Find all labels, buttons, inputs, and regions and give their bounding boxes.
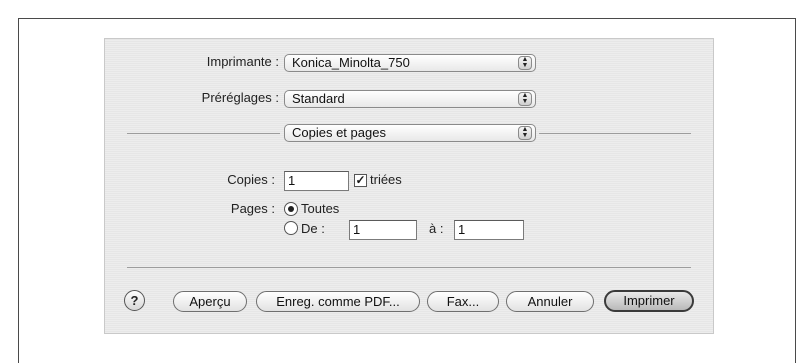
presets-value: Standard bbox=[292, 91, 345, 106]
print-button[interactable]: Imprimer bbox=[604, 290, 694, 312]
separator-right bbox=[539, 133, 691, 134]
pages-range-radio[interactable] bbox=[284, 221, 298, 235]
copies-label: Copies : bbox=[227, 172, 275, 187]
separator-left bbox=[127, 133, 280, 134]
pages-label: Pages : bbox=[230, 201, 275, 216]
popup-arrows-icon: ▲ ▼ bbox=[518, 92, 532, 106]
presets-label: Préréglages : bbox=[201, 90, 279, 105]
popup-arrows-icon: ▲ ▼ bbox=[518, 56, 532, 70]
print-dialog: Imprimante : Konica_Minolta_750 ▲ ▼ Préré… bbox=[104, 38, 714, 334]
copies-input[interactable]: 1 bbox=[284, 171, 349, 191]
save-pdf-button[interactable]: Enreg. comme PDF... bbox=[256, 291, 420, 312]
popup-arrows-icon: ▲ ▼ bbox=[518, 126, 532, 140]
presets-popup[interactable]: Standard ▲ ▼ bbox=[284, 90, 536, 108]
separator-bottom bbox=[127, 267, 691, 268]
printer-value: Konica_Minolta_750 bbox=[292, 55, 410, 70]
pages-range-label: De : bbox=[301, 221, 325, 236]
collated-checkbox[interactable]: ✓ bbox=[354, 174, 367, 187]
radio-selected-dot bbox=[288, 206, 294, 212]
pages-to-label: à : bbox=[429, 221, 444, 236]
fax-button[interactable]: Fax... bbox=[427, 291, 499, 312]
panel-value: Copies et pages bbox=[292, 125, 386, 140]
pages-all-label: Toutes bbox=[301, 201, 340, 216]
panel-popup[interactable]: Copies et pages ▲ ▼ bbox=[284, 124, 536, 142]
collated-label: triées bbox=[370, 172, 402, 187]
printer-label: Imprimante : bbox=[206, 54, 279, 69]
pages-all-radio[interactable] bbox=[284, 202, 298, 216]
cancel-button[interactable]: Annuler bbox=[506, 291, 594, 312]
preview-button[interactable]: Aperçu bbox=[173, 291, 247, 312]
pages-from-input[interactable]: 1 bbox=[349, 220, 417, 240]
pages-to-input[interactable]: 1 bbox=[454, 220, 524, 240]
printer-popup[interactable]: Konica_Minolta_750 ▲ ▼ bbox=[284, 54, 536, 72]
help-button[interactable]: ? bbox=[124, 290, 145, 311]
checkmark-icon: ✓ bbox=[355, 173, 366, 187]
